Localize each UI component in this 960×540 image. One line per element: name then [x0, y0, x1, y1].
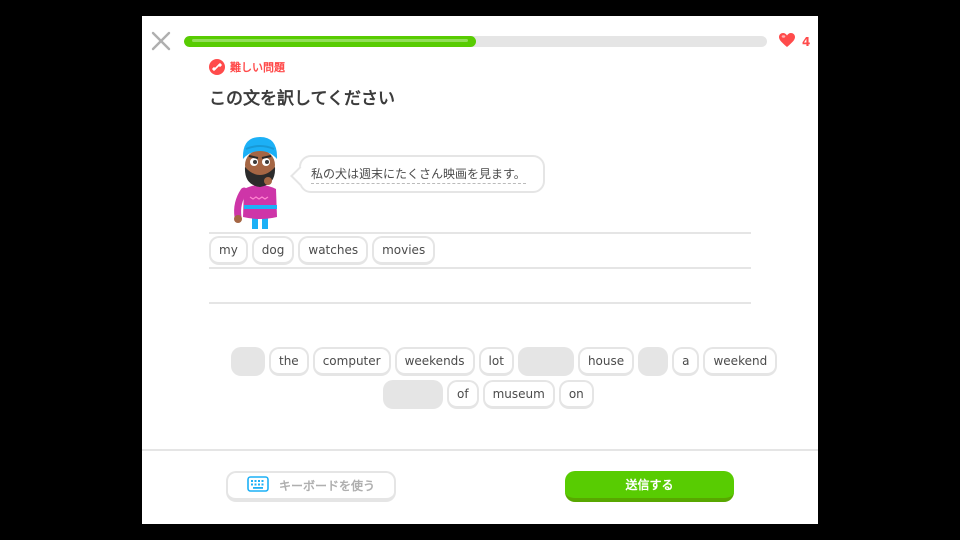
use-keyboard-button[interactable]: キーボードを使う: [226, 471, 396, 502]
progress-fill: [184, 36, 476, 47]
instruction-title: この文を訳してください: [209, 89, 395, 109]
answer-line-middle: [209, 267, 751, 269]
used-word-slot: [231, 347, 265, 376]
answer-word-chip[interactable]: dog: [251, 236, 295, 265]
word-bank-chip[interactable]: house: [577, 347, 635, 376]
answer-area: my dog watches movies: [209, 236, 436, 265]
heart-icon: [778, 32, 796, 52]
word-bank-row: of museum on: [383, 380, 594, 409]
answer-line-top: [209, 232, 751, 234]
word-bank-chip[interactable]: weekends: [394, 347, 475, 376]
keyboard-icon: [247, 475, 269, 496]
hearts-count: 4: [802, 35, 811, 49]
word-bank-chip[interactable]: weekend: [703, 347, 778, 376]
word-bank-row: the computer weekends lot house a weekend: [231, 347, 778, 376]
footer-divider: [142, 449, 818, 451]
badge-label: 難しい問題: [230, 61, 285, 74]
character-illustration: [230, 131, 290, 231]
submit-button[interactable]: 送信する: [565, 471, 734, 502]
close-icon[interactable]: [150, 30, 172, 52]
lesson-screen: 4 難しい問題 この文を訳してください 私の犬は週末にたくさん映画を見ます。 m…: [142, 16, 818, 524]
progress-bar: [184, 36, 767, 47]
hearts-counter: 4: [778, 32, 810, 52]
word-bank-chip[interactable]: of: [447, 380, 479, 409]
answer-word-chip[interactable]: my: [209, 236, 248, 265]
word-bank-chip[interactable]: the: [269, 347, 309, 376]
keyboard-button-label: キーボードを使う: [278, 479, 375, 493]
word-bank-chip[interactable]: on: [558, 380, 594, 409]
word-bank-chip[interactable]: computer: [312, 347, 391, 376]
submit-button-label: 送信する: [625, 478, 674, 492]
used-word-slot: [383, 380, 443, 409]
dumbbell-icon: [209, 59, 225, 75]
word-bank-chip[interactable]: a: [672, 347, 700, 376]
prompt-sentence[interactable]: 私の犬は週末にたくさん映画を見ます。: [311, 165, 526, 184]
answer-line-bottom: [209, 302, 751, 304]
speech-bubble: 私の犬は週末にたくさん映画を見ます。: [299, 155, 545, 193]
used-word-slot: [638, 347, 669, 376]
used-word-slot: [517, 347, 574, 376]
hard-challenge-badge: 難しい問題: [209, 59, 285, 75]
answer-word-chip[interactable]: watches: [298, 236, 369, 265]
word-bank-chip[interactable]: museum: [482, 380, 555, 409]
answer-word-chip[interactable]: movies: [372, 236, 436, 265]
word-bank-chip[interactable]: lot: [478, 347, 514, 376]
